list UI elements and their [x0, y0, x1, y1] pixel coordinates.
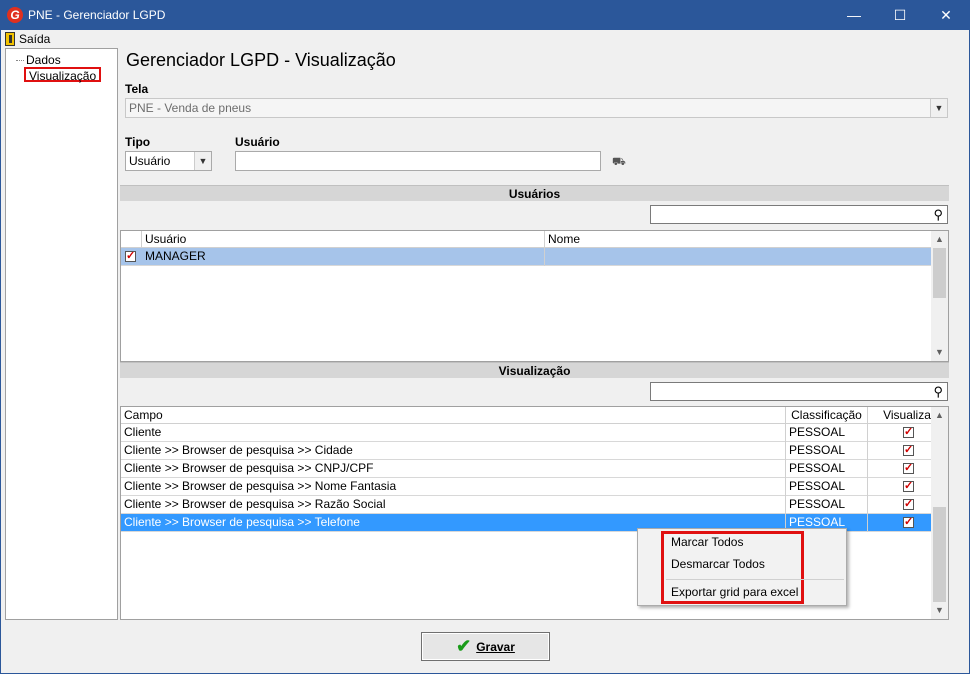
chevron-down-icon: ▼: [194, 152, 211, 170]
usuarios-section-title: Usuários: [120, 185, 949, 201]
tela-select-value: PNE - Venda de pneus: [129, 101, 252, 115]
menu-exit[interactable]: Saída: [5, 31, 50, 47]
usuarios-grid-header: Usuário Nome: [121, 231, 933, 249]
visualizacao-grid-header: Campo Classificação Visualizar: [121, 407, 935, 425]
gravar-button[interactable]: ✔ Gravar: [421, 632, 550, 661]
table-row[interactable]: Cliente >> Browser de pesquisa >> Nome F…: [121, 478, 948, 496]
app-logo-icon: G: [7, 7, 23, 23]
close-button[interactable]: ✕: [923, 1, 969, 30]
binoculars-search-icon[interactable]: ⛟: [612, 156, 626, 170]
menu-item-exportar-excel[interactable]: Exportar grid para excel: [671, 585, 798, 599]
usuario-label: Usuário: [235, 135, 280, 149]
column-header-classificacao[interactable]: Classificação: [786, 407, 868, 425]
table-row[interactable]: Cliente >> Browser de pesquisa >> Razão …: [121, 496, 948, 514]
app-window: G PNE - Gerenciador LGPD — ☐ ✕ Saída Dad…: [0, 0, 970, 674]
cell-classificacao: PESSOAL: [786, 424, 868, 442]
table-row[interactable]: MANAGER: [121, 248, 933, 266]
menu-item-marcar-todos[interactable]: Marcar Todos: [671, 535, 743, 549]
tipo-select-value: Usuário: [129, 154, 171, 168]
search-icon[interactable]: ⚲: [933, 207, 943, 223]
scrollbar-thumb[interactable]: [933, 507, 946, 602]
visualizar-checkbox[interactable]: [903, 425, 914, 438]
menu-exit-label: Saída: [19, 32, 51, 46]
exit-door-icon: [5, 32, 15, 46]
page-title: Gerenciador LGPD - Visualização: [126, 50, 396, 70]
navigation-tree: Dados Visualização: [5, 48, 118, 620]
title-bar[interactable]: G PNE - Gerenciador LGPD — ☐ ✕: [1, 1, 969, 30]
context-menu: Marcar Todos Desmarcar Todos Exportar gr…: [637, 528, 847, 606]
minimize-button[interactable]: —: [831, 1, 877, 30]
cell-classificacao: PESSOAL: [786, 442, 868, 460]
gravar-label: Gravar: [476, 639, 515, 654]
tipo-label: Tipo: [125, 135, 151, 149]
usuario-input[interactable]: [235, 151, 601, 171]
cell-nome: [545, 248, 933, 266]
tree-item-dados[interactable]: Dados: [16, 53, 61, 68]
column-header-nome[interactable]: Nome: [545, 231, 933, 249]
scrollbar-thumb[interactable]: [933, 248, 946, 298]
tree-item-visualizacao[interactable]: Visualização: [24, 67, 102, 83]
cell-classificacao: PESSOAL: [786, 460, 868, 478]
menu-bar: Saída: [1, 30, 969, 48]
cell-campo: Cliente: [121, 424, 786, 442]
cell-campo: Cliente >> Browser de pesquisa >> Cidade: [121, 442, 786, 460]
scroll-up-icon[interactable]: ▲: [931, 407, 948, 424]
usuarios-vertical-scrollbar[interactable]: ▲ ▼: [931, 231, 948, 361]
cell-classificacao: PESSOAL: [786, 496, 868, 514]
visualizar-checkbox[interactable]: [903, 479, 914, 492]
scroll-down-icon[interactable]: ▼: [931, 344, 948, 361]
table-row[interactable]: Cliente >> Browser de pesquisa >> CNPJ/C…: [121, 460, 948, 478]
tela-label: Tela: [125, 82, 149, 96]
cell-classificacao: PESSOAL: [786, 478, 868, 496]
table-row[interactable]: Cliente >> Browser de pesquisa >> Cidade…: [121, 442, 948, 460]
checkmark-icon: ✔: [456, 636, 472, 656]
row-checkbox[interactable]: [125, 249, 136, 262]
tipo-select[interactable]: Usuário ▼: [125, 151, 212, 171]
menu-separator: [666, 579, 844, 580]
visualizar-checkbox[interactable]: [903, 497, 914, 510]
visualizacao-section-title: Visualização: [120, 362, 949, 378]
scroll-down-icon[interactable]: ▼: [931, 602, 948, 619]
window-title: PNE - Gerenciador LGPD: [28, 8, 166, 22]
visualizar-checkbox[interactable]: [903, 515, 914, 528]
search-icon[interactable]: ⚲: [933, 384, 943, 400]
visualizar-checkbox[interactable]: [903, 443, 914, 456]
tela-select[interactable]: PNE - Venda de pneus ▼: [125, 98, 948, 118]
scroll-up-icon[interactable]: ▲: [931, 231, 948, 248]
usuarios-search-input[interactable]: ⚲: [650, 205, 948, 224]
visualizacao-vertical-scrollbar[interactable]: ▲ ▼: [931, 407, 948, 619]
cell-campo: Cliente >> Browser de pesquisa >> Razão …: [121, 496, 786, 514]
visualizacao-search-input[interactable]: ⚲: [650, 382, 948, 401]
cell-usuario: MANAGER: [142, 248, 545, 266]
checkbox-column-header: [121, 231, 142, 249]
cell-campo: Cliente >> Browser de pesquisa >> CNPJ/C…: [121, 460, 786, 478]
maximize-button[interactable]: ☐: [877, 1, 923, 30]
chevron-down-icon: ▼: [930, 99, 947, 117]
table-row[interactable]: Cliente PESSOAL: [121, 424, 948, 442]
column-header-usuario[interactable]: Usuário: [142, 231, 545, 249]
menu-item-desmarcar-todos[interactable]: Desmarcar Todos: [671, 557, 765, 571]
usuarios-grid: Usuário Nome MANAGER ▲ ▼: [120, 230, 949, 362]
visualizar-checkbox[interactable]: [903, 461, 914, 474]
column-header-campo[interactable]: Campo: [121, 407, 786, 425]
cell-campo: Cliente >> Browser de pesquisa >> Nome F…: [121, 478, 786, 496]
